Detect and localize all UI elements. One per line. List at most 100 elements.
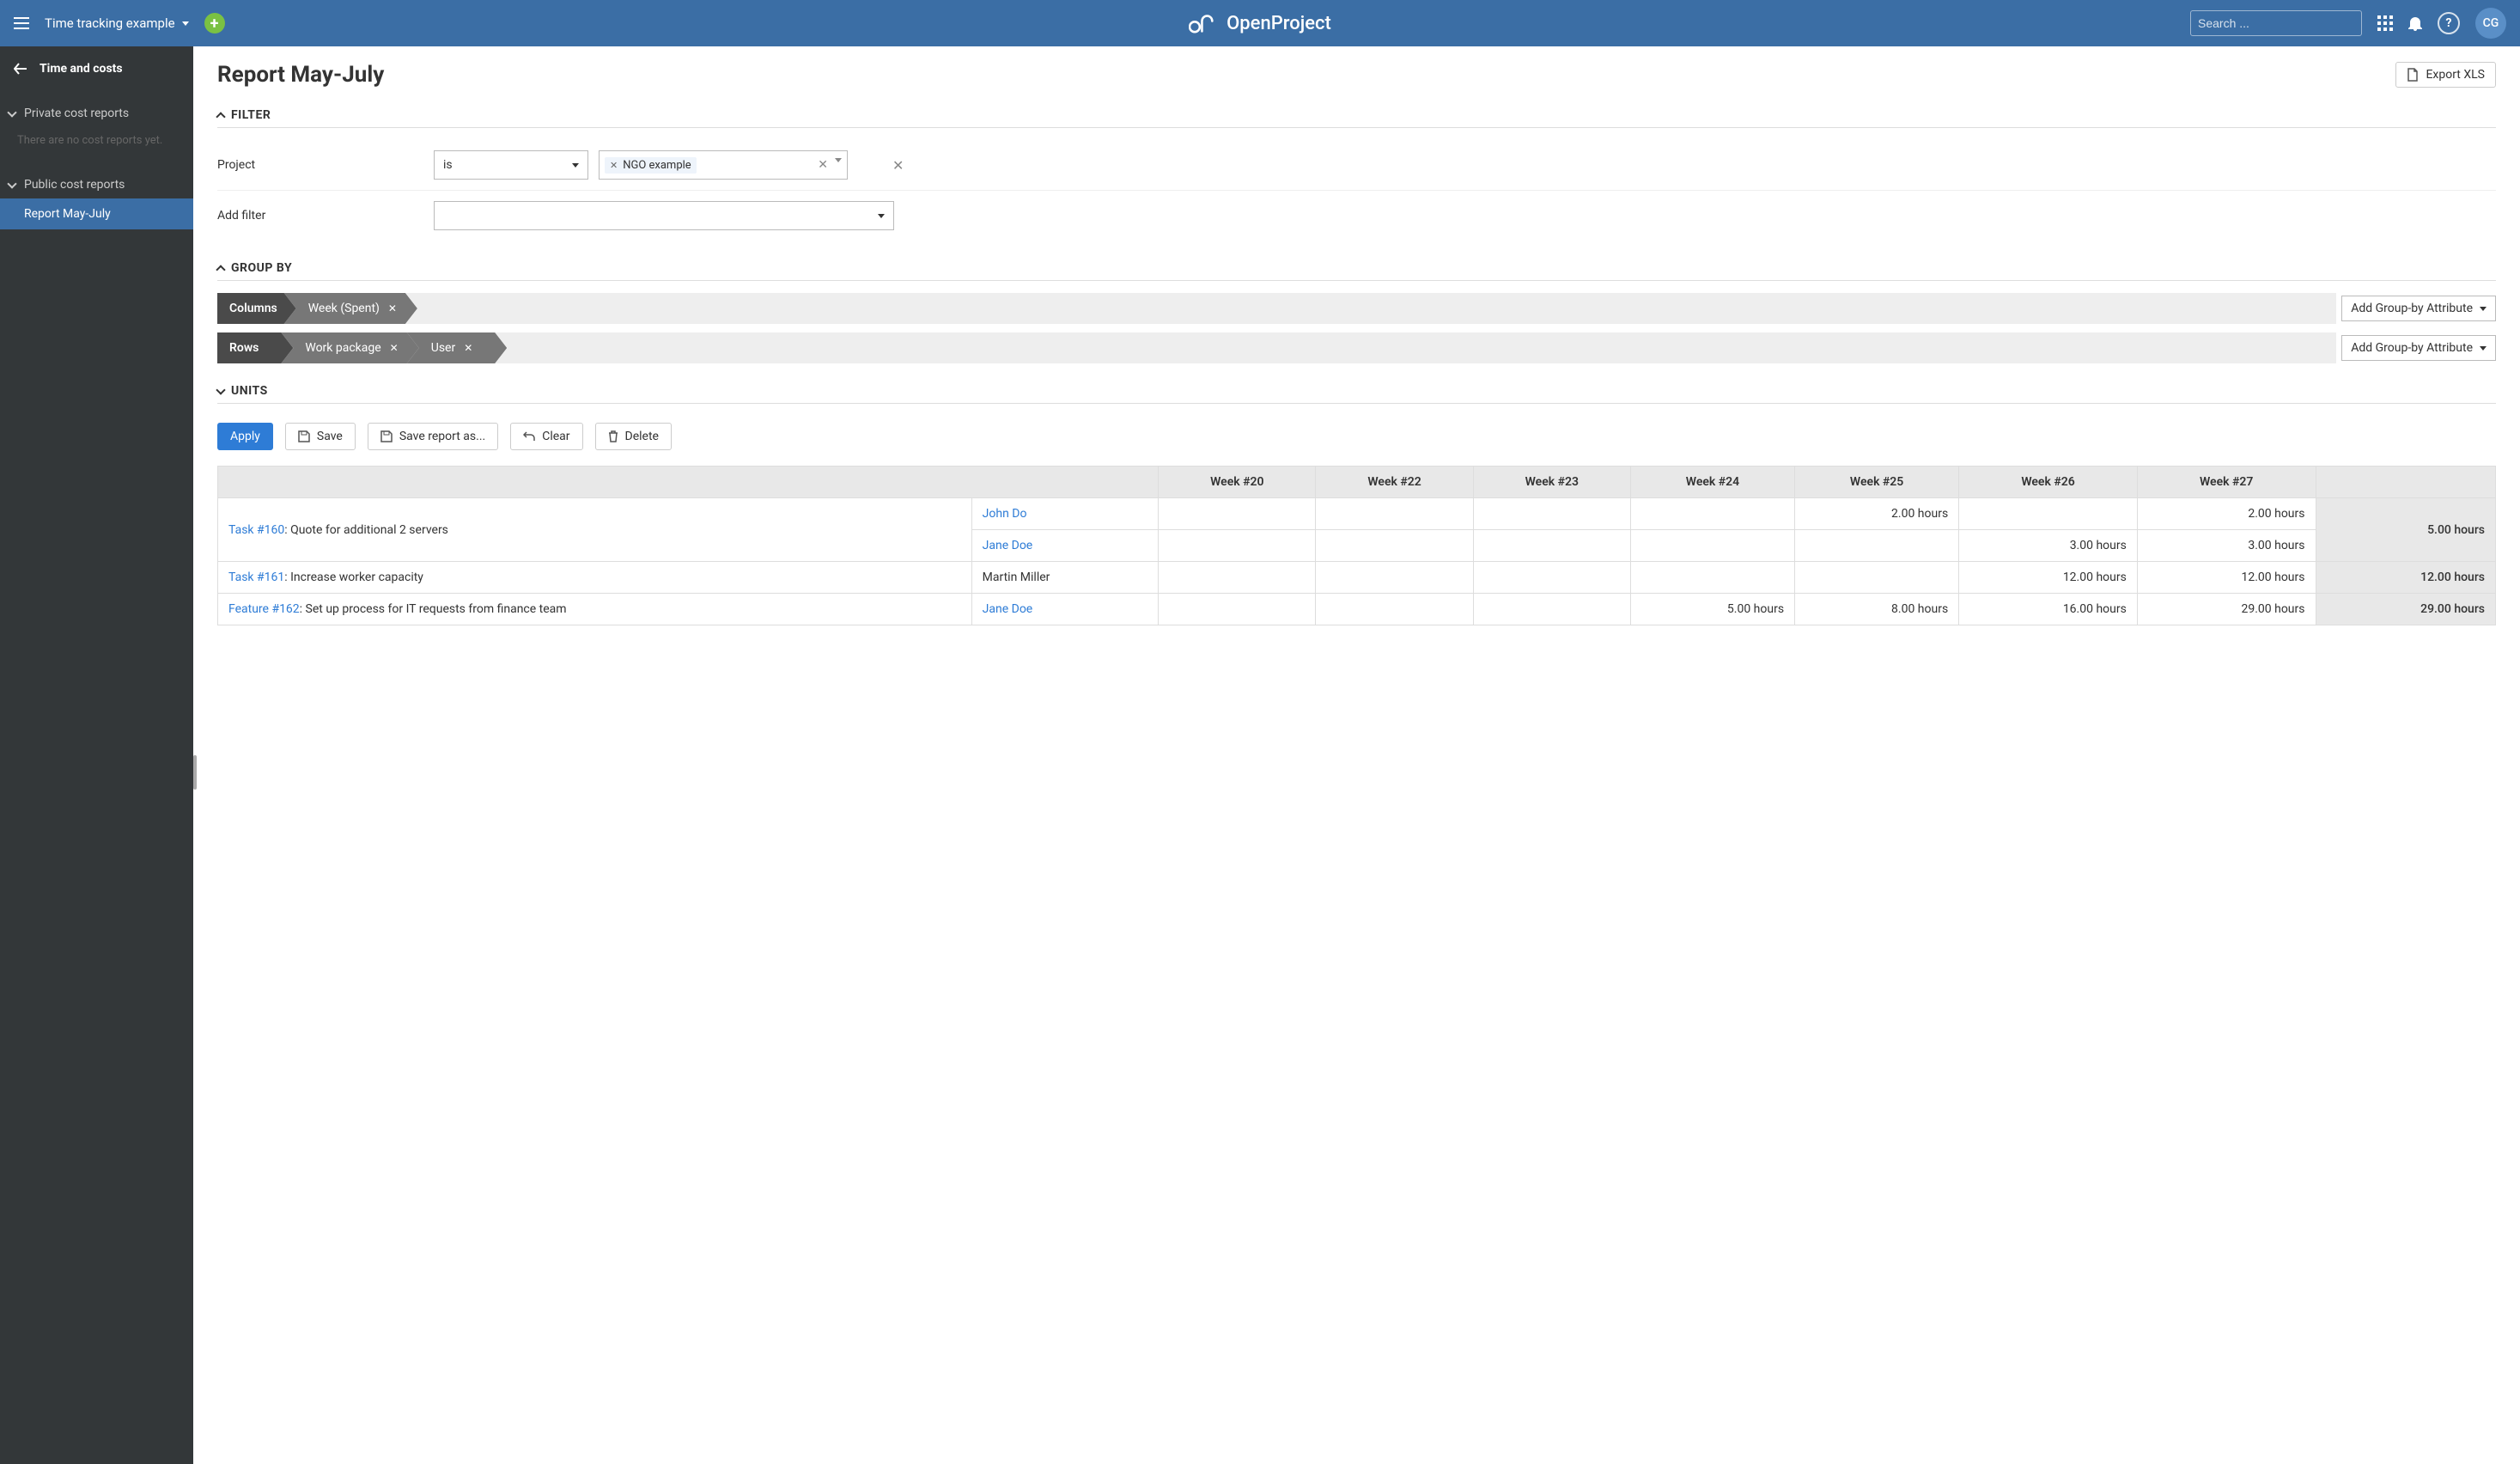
value-cell [1159,594,1316,625]
report-table: Week #20 Week #22 Week #23 Week #24 Week… [217,466,2496,625]
module-back[interactable]: Time and costs [0,46,193,91]
chevron-down-icon [2480,307,2487,311]
menu-toggle[interactable] [14,17,29,29]
value-cell: 2.00 hours [2137,498,2316,530]
sidebar-public-reports[interactable]: Public cost reports [0,171,193,198]
value-cell [1795,562,1959,594]
wp-cell: Task #161: Increase worker capacity [218,562,972,594]
add-button[interactable]: + [204,13,225,34]
chevron-down-icon [182,21,189,26]
user-cell: Martin Miller [971,562,1158,594]
table-row: Task #160: Quote for additional 2 server… [218,498,2496,530]
value-cell: 12.00 hours [1959,562,2138,594]
groupby-toggle[interactable]: GROUP BY [217,261,2496,281]
save-as-button[interactable]: Save report as... [368,423,498,450]
filter-operator-select[interactable]: is [434,150,588,180]
wp-link[interactable]: Feature #162 [228,602,300,616]
table-row: Task #161: Increase worker capacityMarti… [218,562,2496,594]
wp-cell: Feature #162: Set up process for IT requ… [218,594,972,625]
value-cell: 8.00 hours [1795,594,1959,625]
chip-remove-icon[interactable]: ✕ [388,302,397,314]
user-cell: John Do [971,498,1158,530]
chevron-down-icon [7,179,16,188]
value-cell [1316,530,1473,562]
chip-remove-icon[interactable]: ✕ [390,342,399,354]
groupby-row-chip[interactable]: User ✕ [407,332,508,363]
col-header: Week #27 [2137,467,2316,498]
col-header: Week #22 [1316,467,1473,498]
groupby-track [495,332,2336,363]
arrow-left-icon [14,63,27,75]
add-column-attribute[interactable]: Add Group-by Attribute [2341,296,2496,321]
row-total-cell: 12.00 hours [2316,562,2496,594]
groupby-columns-label: Columns [217,293,296,324]
brand-logo: OpenProject [1189,13,1331,34]
user-cell: Jane Doe [971,530,1158,562]
value-cell [1316,562,1473,594]
save-icon [380,430,393,442]
groupby-row-chip[interactable]: Work package ✕ [281,332,418,363]
sidebar-empty-text: There are no cost reports yet. [0,127,193,154]
value-cell [1473,530,1630,562]
export-xls-button[interactable]: Export XLS [2395,62,2496,88]
chevron-up-icon [216,265,225,274]
units-toggle[interactable]: UNITS [217,384,2496,404]
sidebar-item-report[interactable]: Report May-July [0,198,193,229]
value-cell: 12.00 hours [2137,562,2316,594]
openproject-icon [1189,13,1218,34]
filter-toggle[interactable]: FILTER [217,108,2496,128]
search-wrap[interactable] [2190,10,2362,36]
value-cell: 2.00 hours [1795,498,1959,530]
chevron-down-icon [7,107,16,117]
search-input[interactable] [2198,16,2353,30]
filter-value-select[interactable]: ✕ NGO example ✕ [599,150,848,180]
sidebar-resize-handle[interactable] [193,755,197,790]
add-filter-select[interactable] [434,201,894,230]
modules-icon[interactable] [2377,15,2393,31]
col-header: Week #25 [1795,467,1959,498]
user-link[interactable]: Jane Doe [983,539,1033,552]
groupby-column-chip[interactable]: Week (Spent) ✕ [284,293,417,324]
help-icon[interactable]: ? [2438,12,2460,34]
value-cell [1159,562,1316,594]
save-button[interactable]: Save [285,423,356,450]
apply-button[interactable]: Apply [217,423,273,450]
value-cell [1159,530,1316,562]
file-icon [2407,68,2419,82]
row-total-cell: 29.00 hours [2316,594,2496,625]
value-cell: 3.00 hours [2137,530,2316,562]
groupby-rows-label: Rows [217,332,293,363]
chevron-down-icon [572,163,579,168]
chip-remove-icon[interactable]: ✕ [464,342,472,354]
value-cell: 29.00 hours [2137,594,2316,625]
clear-button[interactable]: Clear [510,423,582,450]
filter-chip: ✕ NGO example [605,157,697,174]
user-link[interactable]: John Do [983,507,1027,521]
user-avatar[interactable]: CG [2475,8,2506,39]
chip-remove-icon[interactable]: ✕ [610,160,618,171]
sidebar: Time and costs Private cost reports Ther… [0,46,193,1464]
value-cell: 16.00 hours [1959,594,2138,625]
value-cell [1795,530,1959,562]
save-icon [298,430,310,442]
notifications-icon[interactable] [2408,15,2422,31]
value-cell [1316,594,1473,625]
add-filter-label: Add filter [217,209,423,223]
user-link[interactable]: Jane Doe [983,602,1033,616]
filter-remove-icon[interactable]: ✕ [892,157,904,174]
user-cell: Jane Doe [971,594,1158,625]
col-header: Week #23 [1473,467,1630,498]
page-title: Report May-July [217,62,384,88]
delete-button[interactable]: Delete [595,423,672,450]
wp-link[interactable]: Task #160 [228,523,284,537]
project-name: Time tracking example [45,15,175,31]
chevron-down-icon [835,158,842,172]
value-cell [1630,498,1794,530]
value-cell [1630,530,1794,562]
clear-icon[interactable]: ✕ [818,158,828,172]
sidebar-private-reports[interactable]: Private cost reports [0,100,193,127]
project-selector[interactable]: Time tracking example [45,15,189,31]
wp-link[interactable]: Task #161 [228,570,284,584]
value-cell: 3.00 hours [1959,530,2138,562]
add-row-attribute[interactable]: Add Group-by Attribute [2341,335,2496,361]
